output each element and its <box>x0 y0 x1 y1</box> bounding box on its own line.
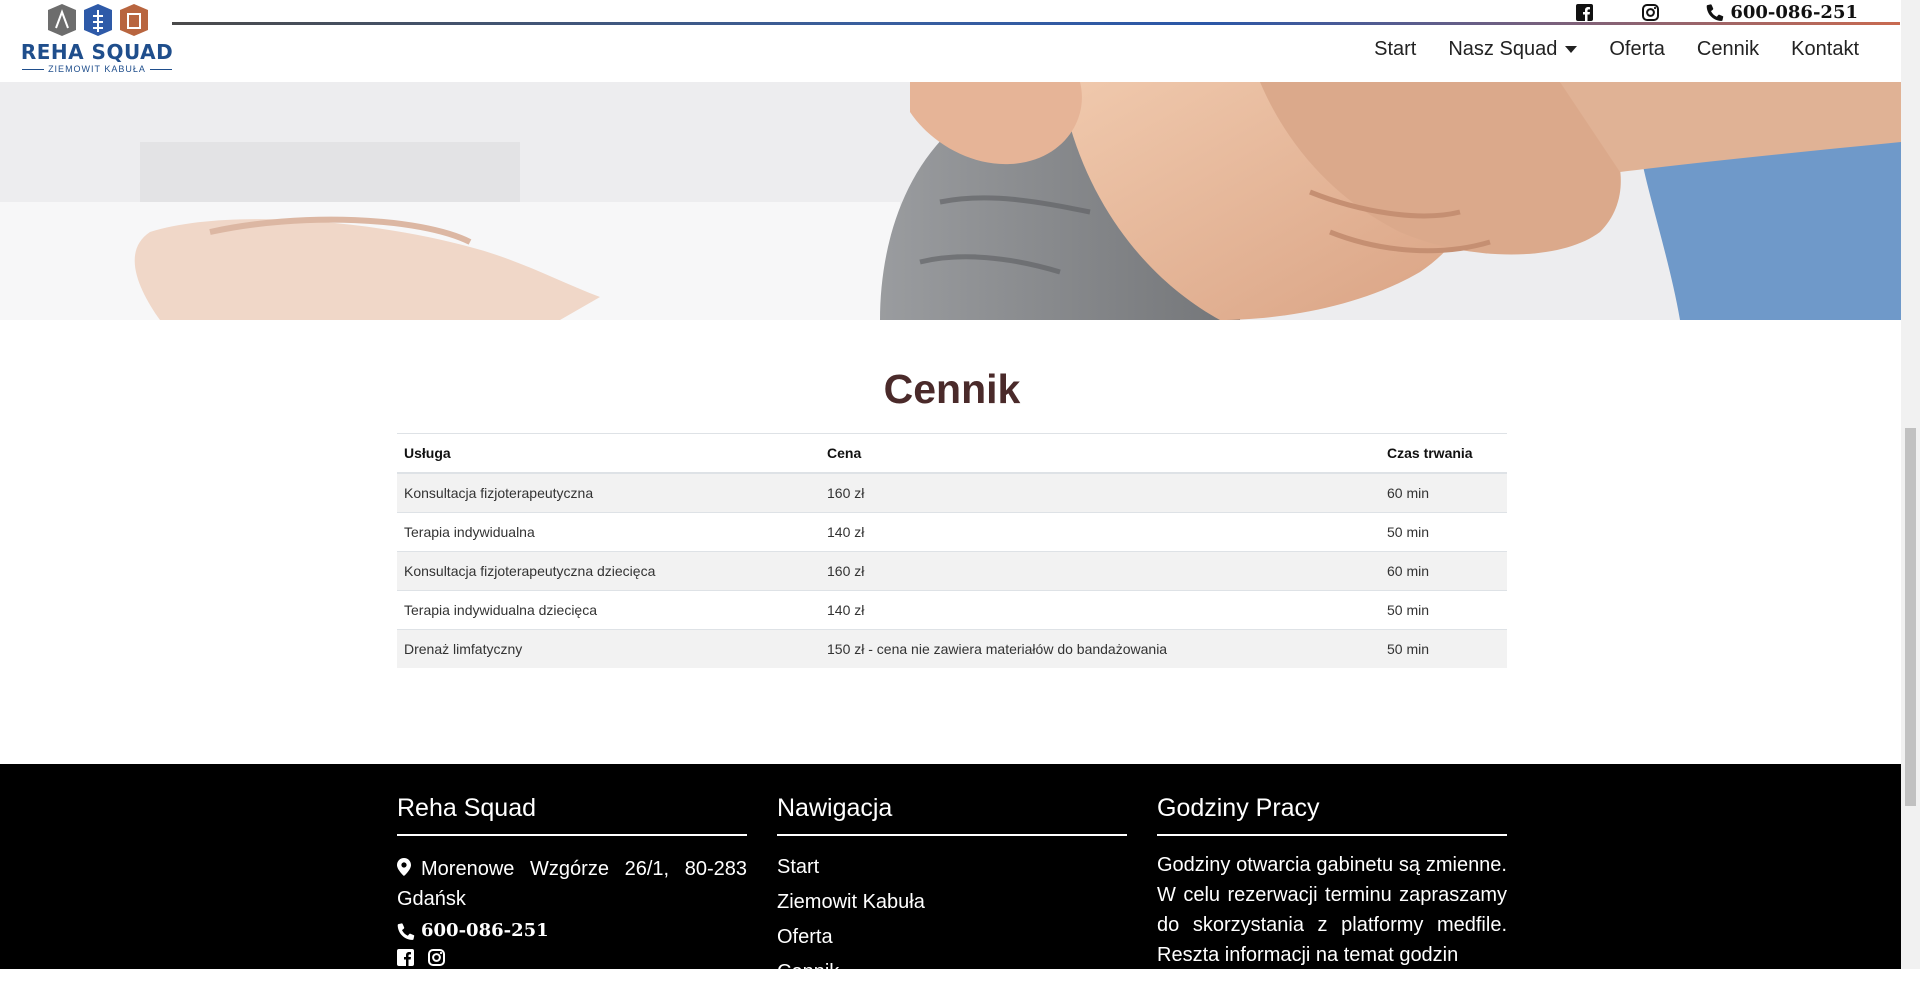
pricing-table: Usługa Cena Czas trwania Konsultacja fiz… <box>397 433 1507 668</box>
duration-cell: 50 min <box>1380 590 1507 630</box>
footer-nav-title: Nawigacja <box>777 794 1127 836</box>
price-cell: 160 zł <box>820 551 1380 591</box>
page-scrollbar[interactable] <box>1901 0 1920 969</box>
hero-photo <box>0 82 1901 320</box>
service-cell: Terapia indywidualna <box>397 512 820 552</box>
nav-nasz-squad[interactable]: Nasz Squad <box>1448 38 1578 61</box>
caret-down-icon <box>1565 46 1578 53</box>
footer-phone[interactable]: 600-086-251 <box>397 920 747 941</box>
service-cell: Terapia indywidualna dziecięca <box>397 590 820 630</box>
logo[interactable]: REHA SQUAD ZIEMOWIT KABUŁA <box>18 0 176 80</box>
table-row: Terapia indywidualna dziecięca 140 zł 50… <box>397 590 1507 630</box>
footer-navigation: Nawigacja Start Ziemowit Kabuła Oferta C… <box>777 794 1127 990</box>
nav-cennik[interactable]: Cennik <box>1697 38 1759 61</box>
table-row: Konsultacja fizjoterapeutyczna 160 zł 60… <box>397 472 1507 513</box>
service-cell: Konsultacja fizjoterapeutyczna <box>397 472 820 513</box>
footer-link-start[interactable]: Start <box>777 850 1127 885</box>
price-cell: 150 zł - cena nie zawiera materiałów do … <box>820 629 1380 668</box>
table-header-row: Usługa Cena Czas trwania <box>397 433 1507 474</box>
pricing-title: Cennik <box>883 366 1021 412</box>
footer-about-title: Reha Squad <box>397 794 747 836</box>
footer-link-oferta[interactable]: Oferta <box>777 920 1127 955</box>
instagram-icon[interactable] <box>428 949 445 966</box>
price-cell: 140 zł <box>820 590 1380 630</box>
duration-cell: 50 min <box>1380 512 1507 552</box>
service-cell: Konsultacja fizjoterapeutyczna dziecięca <box>397 551 820 591</box>
logo-name: REHA SQUAD <box>20 40 174 64</box>
duration-cell: 50 min <box>1380 629 1507 668</box>
column-header-price: Cena <box>820 433 1380 474</box>
footer-address-text: Morenowe Wzgórze 26/1, 80-283 Gdańsk <box>397 858 747 910</box>
facebook-icon[interactable] <box>397 949 414 966</box>
logo-emblem-icon <box>48 4 148 36</box>
footer-nav-links: Start Ziemowit Kabuła Oferta Cennik <box>777 850 1127 990</box>
phone-icon <box>397 922 415 940</box>
nav-nasz-squad-label: Nasz Squad <box>1448 38 1558 60</box>
nav-oferta[interactable]: Oferta <box>1609 38 1665 61</box>
site-footer: Reha Squad Morenowe Wzgórze 26/1, 80-283… <box>0 764 1901 983</box>
column-header-duration: Czas trwania <box>1380 433 1507 474</box>
footer-hours-text: Godziny otwarcia gabinetu są zmienne. W … <box>1157 854 1507 966</box>
price-cell: 140 zł <box>820 512 1380 552</box>
duration-cell: 60 min <box>1380 472 1507 513</box>
footer-address: Morenowe Wzgórze 26/1, 80-283 Gdańsk <box>397 854 747 914</box>
facebook-icon[interactable] <box>1574 2 1594 22</box>
footer-about: Reha Squad Morenowe Wzgórze 26/1, 80-283… <box>397 794 747 966</box>
duration-cell: 60 min <box>1380 551 1507 591</box>
price-cell: 160 zł <box>820 472 1380 513</box>
footer-hours-title: Godziny Pracy <box>1157 794 1507 836</box>
logo-subtitle: ZIEMOWIT KABUŁA <box>18 64 176 74</box>
top-contact-bar: 600-086-251 <box>1574 0 1901 24</box>
footer-social <box>397 949 747 966</box>
main-nav: Start Nasz Squad Oferta Cennik Kontakt <box>1342 38 1859 61</box>
site-header: REHA SQUAD ZIEMOWIT KABUŁA 600-086-251 S… <box>0 0 1901 82</box>
footer-hours: Godziny Pracy Godziny otwarcia gabinetu … <box>1157 794 1507 970</box>
footer-link-cennik[interactable]: Cennik <box>777 955 1127 990</box>
phone-icon <box>1707 4 1724 21</box>
table-row: Drenaż limfatyczny 150 zł - cena nie zaw… <box>397 629 1507 668</box>
nav-kontakt[interactable]: Kontakt <box>1791 38 1859 61</box>
footer-link-ziemowit[interactable]: Ziemowit Kabuła <box>777 885 1127 920</box>
nav-start[interactable]: Start <box>1374 38 1416 61</box>
map-marker-icon <box>397 858 411 876</box>
footer-phone-number: 600-086-251 <box>421 920 549 941</box>
table-row: Konsultacja fizjoterapeutyczna dziecięca… <box>397 551 1507 591</box>
service-cell: Drenaż limfatyczny <box>397 629 820 668</box>
header-phone[interactable]: 600-086-251 <box>1706 2 1858 23</box>
column-header-service: Usługa <box>397 433 820 474</box>
header-phone-number: 600-086-251 <box>1730 1 1858 23</box>
scrollbar-thumb[interactable] <box>1905 428 1916 806</box>
instagram-icon[interactable] <box>1640 2 1660 22</box>
table-row: Terapia indywidualna 140 zł 50 min <box>397 512 1507 552</box>
hero-image <box>0 82 1901 320</box>
